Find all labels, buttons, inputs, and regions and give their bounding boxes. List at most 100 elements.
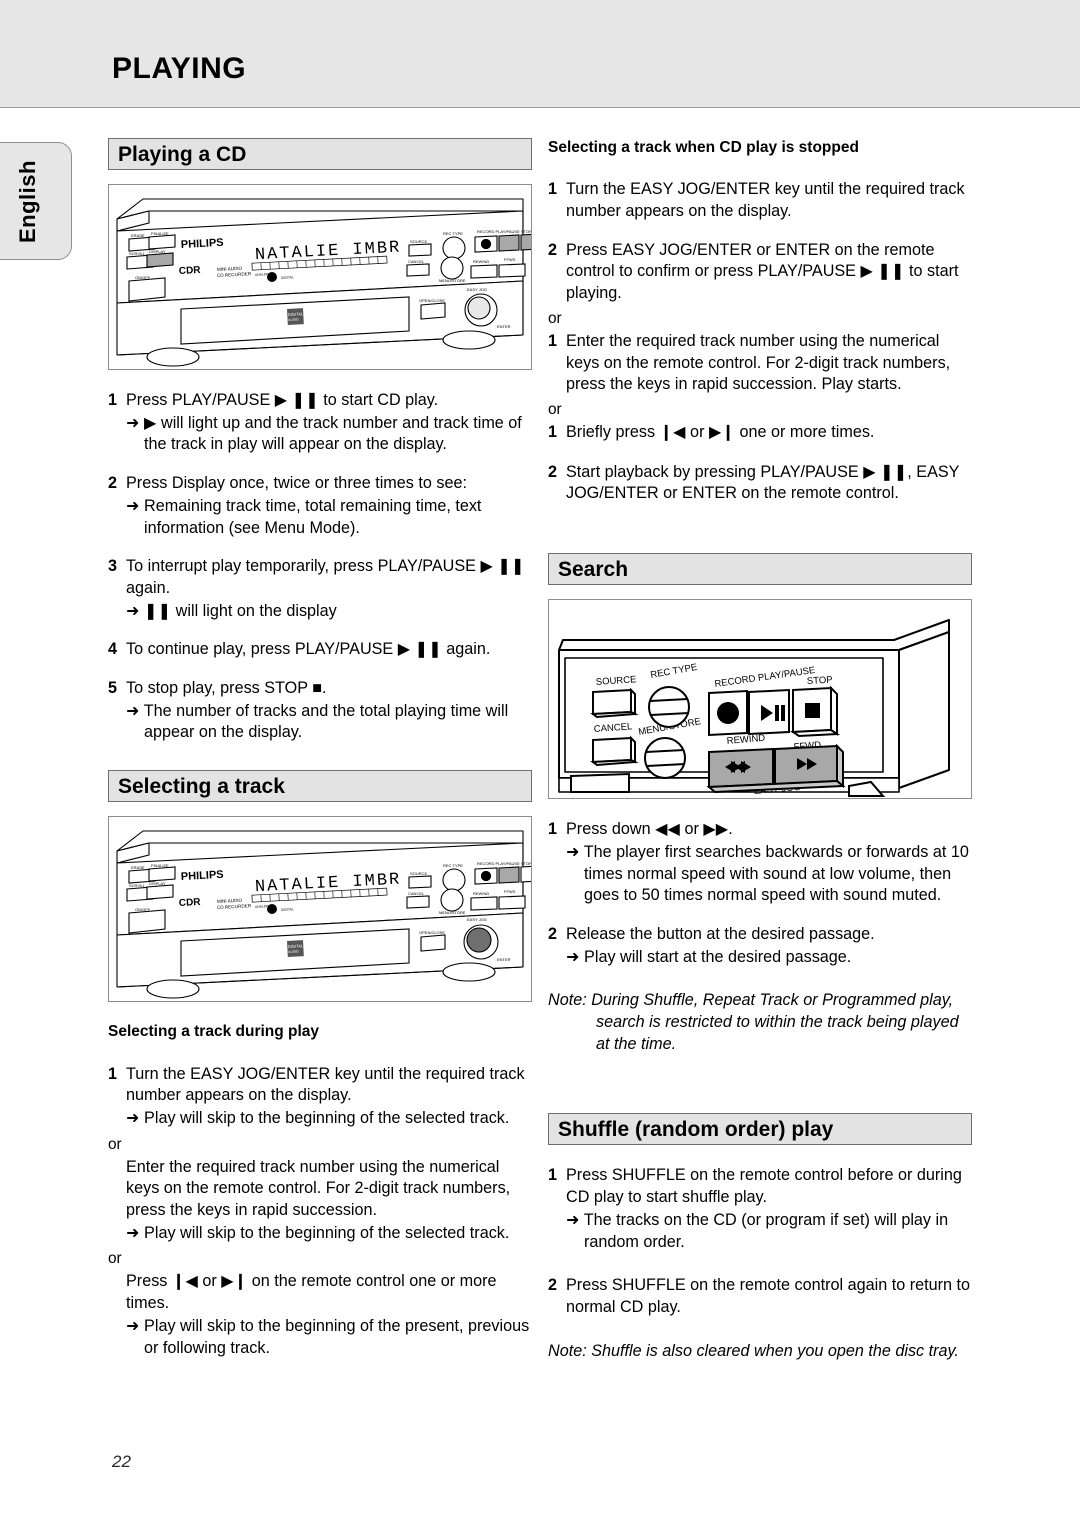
svg-text:PHILIPS: PHILIPS	[181, 869, 224, 883]
step-number: 1	[108, 1064, 118, 1083]
step-item: 2 Start playback by pressing PLAY/PAUSE …	[548, 462, 972, 505]
step-number: 3	[108, 557, 118, 576]
note-shuffle: Note: Shuffle is also cleared when you o…	[548, 1341, 959, 1360]
svg-text:CANCEL: CANCEL	[408, 259, 425, 264]
step-number: 1	[548, 1166, 558, 1185]
cdr-transport-controls-svg: SOURCE REC TYPE RECORD PLAY/PAUSE STOP C…	[558, 619, 950, 798]
svg-text:FINALIZE: FINALIZE	[151, 863, 169, 868]
svg-text:DISPLAY: DISPLAY	[149, 249, 166, 254]
alternative-instruction-text: Press ❙◀ or ▶❙ on the remote control one…	[126, 1272, 497, 1313]
svg-text:DIGITAL: DIGITAL	[288, 311, 304, 317]
svg-text:MENU/STORE: MENU/STORE	[439, 278, 466, 283]
step-item: 3 To interrupt play temporarily, press P…	[108, 556, 532, 622]
svg-text:DIGITAL: DIGITAL	[281, 275, 294, 280]
svg-text:CDR: CDR	[179, 897, 202, 909]
alternative-instruction-text: Enter the required track number using th…	[126, 1157, 511, 1220]
step-result: ➜ Play will skip to the beginning of the…	[126, 1108, 510, 1127]
step-item: 1 Turn the EASY JOG/ENTER key until the …	[548, 179, 972, 222]
svg-text:FFWD: FFWD	[504, 889, 516, 894]
svg-text:DIGITAL: DIGITAL	[288, 943, 304, 949]
step-item: 1 Briefly press ❙◀ or ▶❙ one or more tim…	[548, 422, 972, 444]
svg-text:FFWD: FFWD	[504, 257, 516, 262]
illustration-search-controls: SOURCE REC TYPE RECORD PLAY/PAUSE STOP C…	[548, 599, 972, 800]
svg-text:ON/OFF: ON/OFF	[135, 907, 151, 912]
svg-text:RECORD PLAY/PAUSE STOP: RECORD PLAY/PAUSE STOP	[477, 861, 531, 866]
step-number: 1	[108, 391, 118, 409]
step-text: To interrupt play temporarily, press PLA…	[126, 557, 525, 597]
or-separator: or	[108, 1135, 122, 1153]
step-result: ➜ ❚❚ will light on the display	[126, 601, 337, 620]
step-number: 2	[548, 924, 558, 943]
svg-text:RECORD PLAY/PAUSE STOP: RECORD PLAY/PAUSE STOP	[477, 229, 531, 234]
svg-text:REWIND: REWIND	[473, 259, 489, 264]
step-item: 2 Press Display once, twice or three tim…	[108, 473, 532, 539]
subheading-selecting-a-track-stopped: Selecting a track when CD play is stoppe…	[548, 139, 859, 156]
step-result: ➜ Remaining track time, total remaining …	[126, 496, 482, 537]
subheading-selecting-a-track-during-play: Selecting a track during play	[108, 1023, 320, 1041]
svg-text:ANALOG: ANALOG	[255, 272, 270, 277]
section-heading-search: Search	[548, 553, 972, 586]
or-separator: or	[548, 401, 562, 419]
svg-text:OPEN/CLOSE: OPEN/CLOSE	[419, 930, 445, 935]
language-tab-english: English	[0, 142, 72, 260]
step-text: Press PLAY/PAUSE ▶ ❚❚ to start CD play.	[126, 391, 439, 409]
section-heading-playing-a-cd: Playing a CD	[108, 138, 532, 170]
svg-text:OPEN/CLOSE: OPEN/CLOSE	[419, 298, 445, 303]
step-text: Press SHUFFLE on the remote control agai…	[566, 1276, 970, 1316]
step-number: 1	[548, 331, 558, 350]
step-text: Press down ◀◀ or ▶▶.	[566, 820, 733, 839]
svg-text:PHILIPS: PHILIPS	[181, 237, 224, 251]
svg-text:SCROLL: SCROLL	[129, 883, 146, 888]
step-text: Enter the required track number using th…	[566, 331, 951, 394]
svg-text:ON/OFF: ON/OFF	[135, 275, 151, 280]
note-search: Note: During Shuffle, Repeat Track or Pr…	[548, 991, 959, 1053]
step-number: 2	[548, 462, 558, 481]
svg-text:ENTER: ENTER	[497, 324, 511, 329]
svg-text:AUDIO: AUDIO	[288, 950, 299, 955]
svg-text:REC TYPE: REC TYPE	[443, 863, 463, 868]
step-result: ➜ Play will start at the desired passage…	[566, 947, 852, 966]
svg-text:REWIND: REWIND	[473, 891, 489, 896]
step-text: Release the button at the desired passag…	[566, 924, 875, 943]
illustration-playing-a-cd: ERASE FINALIZE SCROLL DISPLAY ON/OFF PHI…	[108, 184, 532, 370]
step-text: To continue play, press PLAY/PAUSE ▶ ❚❚ …	[126, 640, 491, 659]
language-tab-label: English	[15, 160, 40, 244]
step-number: 2	[548, 240, 558, 259]
step-result: ➜ The number of tracks and the total pla…	[126, 701, 509, 742]
step-text: Start playback by pressing PLAY/PAUSE ▶ …	[566, 462, 960, 503]
step-result: ➜ The tracks on the CD (or program if se…	[566, 1210, 949, 1251]
step-text: Turn the EASY JOG/ENTER key until the re…	[566, 180, 965, 221]
svg-text:ERASE: ERASE	[131, 233, 145, 238]
step-text: Briefly press ❙◀ or ▶❙ one or more times…	[566, 423, 875, 442]
svg-text:EASY JOG: EASY JOG	[467, 287, 487, 292]
step-item: 1 Press SHUFFLE on the remote control be…	[548, 1165, 972, 1253]
alternative-instruction: Press ❙◀ or ▶❙ on the remote control one…	[126, 1271, 532, 1359]
page-title: PLAYING	[112, 52, 247, 85]
cdr-front-panel-svg: ERASE FINALIZE SCROLL DISPLAY ON/OFF PHI…	[116, 198, 531, 367]
step-item: 2 Release the button at the desired pass…	[548, 924, 972, 968]
svg-text:DIGITAL: DIGITAL	[281, 907, 294, 912]
step-number: 4	[108, 640, 118, 659]
step-item: 2 Press SHUFFLE on the remote control ag…	[548, 1275, 972, 1318]
step-text: Press SHUFFLE on the remote control befo…	[566, 1166, 962, 1207]
step-number: 2	[108, 474, 118, 493]
step-result: ➜ The player first searches backwards or…	[566, 842, 969, 905]
step-number: 1	[548, 423, 558, 442]
step-item: 5 To stop play, press STOP ■. ➜ The numb…	[108, 678, 532, 744]
step-number: 5	[108, 679, 118, 698]
step-number: 2	[548, 1276, 558, 1295]
svg-text:EASY JOG: EASY JOG	[467, 917, 487, 922]
svg-text:ERASE: ERASE	[131, 865, 145, 870]
svg-text:FINALIZE: FINALIZE	[151, 231, 169, 236]
step-item: 1 Press PLAY/PAUSE ▶ ❚❚ to start CD play…	[108, 390, 532, 456]
alternative-result: ➜ Play will skip to the beginning of the…	[126, 1316, 530, 1357]
step-number: 1	[548, 820, 558, 839]
step-item: 4 To continue play, press PLAY/PAUSE ▶ ❚…	[108, 639, 532, 661]
page-number: 22	[112, 1452, 131, 1471]
alternative-result: ➜ Play will skip to the beginning of the…	[126, 1223, 510, 1242]
step-number: 1	[548, 180, 558, 199]
svg-text:SOURCE: SOURCE	[410, 239, 427, 244]
alternative-instruction: Enter the required track number using th…	[126, 1157, 532, 1245]
svg-text:ENTER: ENTER	[497, 957, 511, 962]
svg-text:SOURCE: SOURCE	[410, 871, 427, 876]
